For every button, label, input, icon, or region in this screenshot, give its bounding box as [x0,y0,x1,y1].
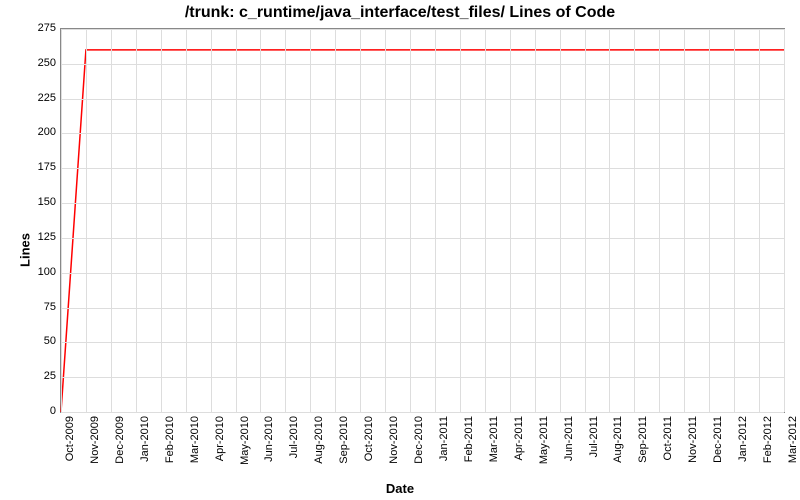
gridline-v [86,29,87,412]
x-tick-label: Nov-2010 [388,416,400,464]
x-tick-label: Mar-2012 [787,416,799,463]
x-tick-label: Feb-2012 [762,416,774,463]
x-tick-label: May-2010 [239,416,251,465]
y-tick-label: 0 [6,405,56,417]
x-tick-label: Oct-2009 [64,416,76,461]
gridline-h [61,342,784,343]
series-line [61,50,784,412]
x-tick-label: Sep-2010 [338,416,350,464]
gridline-v [659,29,660,412]
x-tick-label: Apr-2011 [513,416,525,460]
gridline-v [460,29,461,412]
gridline-v [734,29,735,412]
x-tick-label: Aug-2011 [612,416,624,463]
x-tick-label: Feb-2010 [164,416,176,463]
gridline-h [61,64,784,65]
gridline-v [410,29,411,412]
gridline-v [435,29,436,412]
x-tick-label: Jun-2011 [563,416,575,461]
x-tick-label: Feb-2011 [463,416,475,462]
y-tick-label: 275 [6,22,56,34]
x-tick-label: Oct-2010 [363,416,375,461]
gridline-v [684,29,685,412]
y-tick-label: 125 [6,231,56,243]
x-tick-label: Jul-2010 [288,416,300,458]
gridline-h [61,29,784,30]
plot-area [60,28,785,413]
gridline-h [61,203,784,204]
gridline-v [385,29,386,412]
gridline-v [310,29,311,412]
x-tick-label: Jul-2011 [588,416,600,457]
gridline-h [61,273,784,274]
gridline-v [335,29,336,412]
y-tick-label: 75 [6,301,56,313]
loc-chart: /trunk: c_runtime/java_interface/test_fi… [0,0,800,500]
line-layer [61,29,784,412]
x-tick-label: Jan-2010 [139,416,151,462]
x-axis-label: Date [0,481,800,496]
y-tick-label: 200 [6,126,56,138]
gridline-v [111,29,112,412]
gridline-v [161,29,162,412]
gridline-v [510,29,511,412]
x-tick-label: Nov-2011 [687,416,699,463]
x-tick-label: Jan-2012 [737,416,749,462]
gridline-h [61,377,784,378]
gridline-h [61,238,784,239]
y-tick-label: 250 [6,57,56,69]
gridline-v [585,29,586,412]
gridline-v [784,29,785,412]
gridline-h [61,308,784,309]
y-tick-label: 25 [6,370,56,382]
y-tick-label: 225 [6,92,56,104]
gridline-v [61,29,62,412]
y-tick-label: 50 [6,335,56,347]
gridline-v [211,29,212,412]
x-tick-label: Jan-2011 [438,416,450,461]
gridline-v [560,29,561,412]
x-tick-label: Mar-2011 [488,416,500,462]
gridline-h [61,133,784,134]
gridline-v [360,29,361,412]
y-tick-label: 150 [6,196,56,208]
gridline-v [260,29,261,412]
x-tick-label: Dec-2010 [413,416,425,464]
x-tick-label: May-2011 [538,416,550,464]
gridline-h [61,168,784,169]
gridline-v [236,29,237,412]
x-tick-label: Aug-2010 [313,416,325,464]
x-tick-label: Mar-2010 [189,416,201,463]
chart-title: /trunk: c_runtime/java_interface/test_fi… [0,4,800,22]
gridline-v [285,29,286,412]
y-tick-label: 100 [6,266,56,278]
gridline-v [609,29,610,412]
y-tick-label: 175 [6,161,56,173]
gridline-v [186,29,187,412]
x-tick-label: Dec-2011 [712,416,724,463]
x-tick-label: Oct-2011 [662,416,674,460]
gridline-h [61,412,784,413]
x-tick-label: Dec-2009 [114,416,126,464]
gridline-h [61,99,784,100]
x-tick-label: Sep-2011 [637,416,649,463]
x-tick-label: Jun-2010 [263,416,275,462]
gridline-v [136,29,137,412]
gridline-v [634,29,635,412]
gridline-v [535,29,536,412]
gridline-v [759,29,760,412]
gridline-v [709,29,710,412]
x-tick-label: Apr-2010 [214,416,226,461]
x-tick-label: Nov-2009 [89,416,101,464]
gridline-v [485,29,486,412]
